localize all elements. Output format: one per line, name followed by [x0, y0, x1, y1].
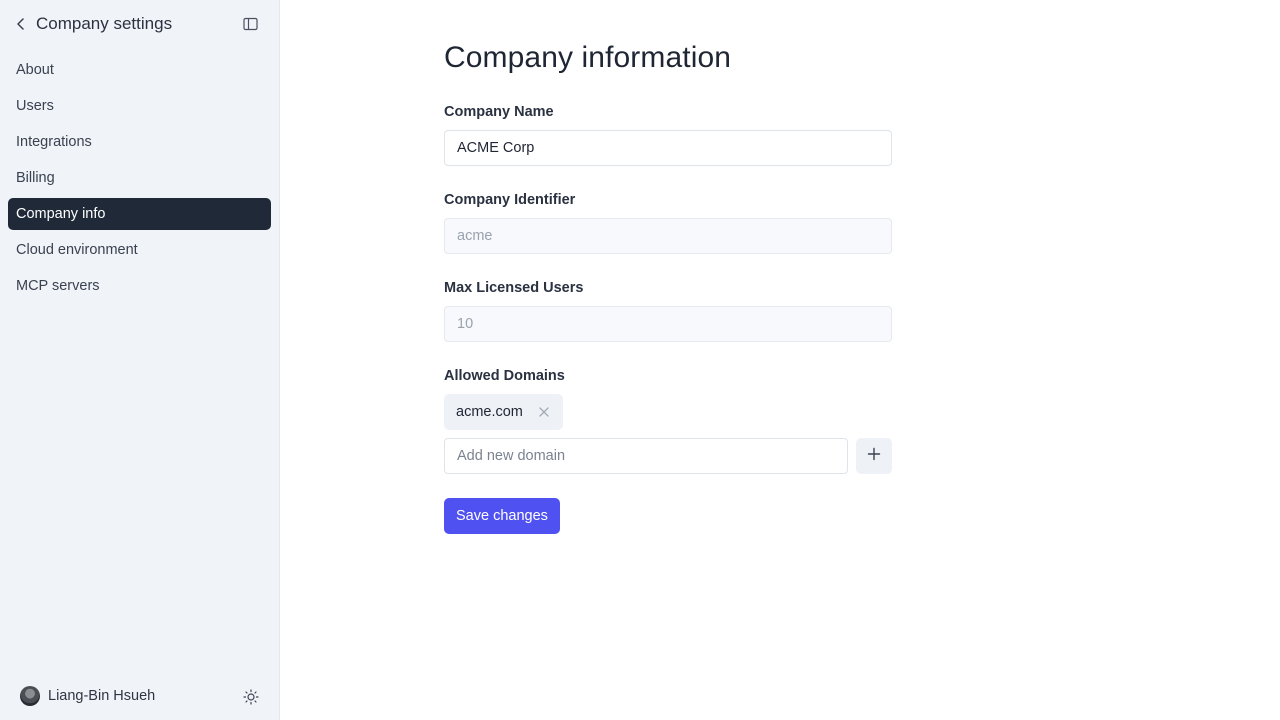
domain-chip: acme.com: [444, 394, 563, 430]
sidebar-footer: Liang-Bin Hsueh: [0, 672, 279, 720]
page-title: Company information: [444, 41, 732, 74]
sidebar-item-label: Billing: [16, 170, 55, 186]
sidebar-item-label: About: [16, 62, 54, 78]
sun-icon[interactable]: [243, 689, 259, 705]
sidebar-item-about[interactable]: About: [8, 54, 271, 86]
domain-chip-list: acme.com: [444, 394, 892, 430]
sidebar-item-label: Cloud environment: [16, 242, 138, 258]
sidebar-item-company-info[interactable]: Company info: [8, 198, 271, 230]
sidebar-item-billing[interactable]: Billing: [8, 162, 271, 194]
max-licensed-users-label: Max Licensed Users: [444, 280, 584, 296]
sidebar-item-cloud-environment[interactable]: Cloud environment: [8, 234, 271, 266]
close-icon[interactable]: [539, 406, 551, 418]
company-identifier-input: [444, 218, 892, 254]
max-licensed-users-input: [444, 306, 892, 342]
sidebar-toggle-icon[interactable]: [243, 17, 259, 31]
sidebar: Company settings About Users Integration…: [0, 0, 280, 720]
main-content: Company information Company Name Company…: [280, 0, 1280, 720]
sidebar-header: Company settings: [0, 0, 279, 48]
user-name: Liang-Bin Hsueh: [48, 688, 156, 704]
sidebar-item-mcp-servers[interactable]: MCP servers: [8, 270, 271, 302]
max-licensed-users-field: Max Licensed Users: [444, 278, 892, 342]
company-identifier-label: Company Identifier: [444, 192, 576, 208]
app-root: Company settings About Users Integration…: [0, 0, 1280, 720]
sidebar-item-label: Company info: [16, 206, 106, 222]
back-button[interactable]: Company settings: [16, 10, 172, 38]
company-name-field: Company Name: [444, 102, 892, 166]
save-changes-button[interactable]: Save changes: [444, 498, 560, 534]
sidebar-item-label: Users: [16, 98, 54, 114]
sidebar-item-label: MCP servers: [16, 278, 100, 294]
plus-icon: [867, 447, 881, 466]
sidebar-item-integrations[interactable]: Integrations: [8, 126, 271, 158]
allowed-domains-label: Allowed Domains: [444, 368, 565, 384]
avatar[interactable]: [20, 686, 40, 706]
company-name-input[interactable]: [444, 130, 892, 166]
allowed-domains-field: Allowed Domains acme.com: [444, 366, 892, 474]
settings-nav: About Users Integrations Billing Company…: [0, 48, 279, 302]
add-domain-row: [444, 438, 892, 474]
chevron-left-icon: [16, 17, 28, 31]
company-identifier-field: Company Identifier: [444, 190, 892, 254]
company-name-label: Company Name: [444, 104, 554, 120]
sidebar-item-label: Integrations: [16, 134, 92, 150]
domain-chip-label: acme.com: [456, 404, 523, 420]
sidebar-title: Company settings: [36, 14, 173, 33]
add-domain-input[interactable]: [444, 438, 848, 474]
add-domain-button[interactable]: [856, 438, 892, 474]
sidebar-item-users[interactable]: Users: [8, 90, 271, 122]
company-info-form: Company information Company Name Company…: [444, 40, 892, 534]
